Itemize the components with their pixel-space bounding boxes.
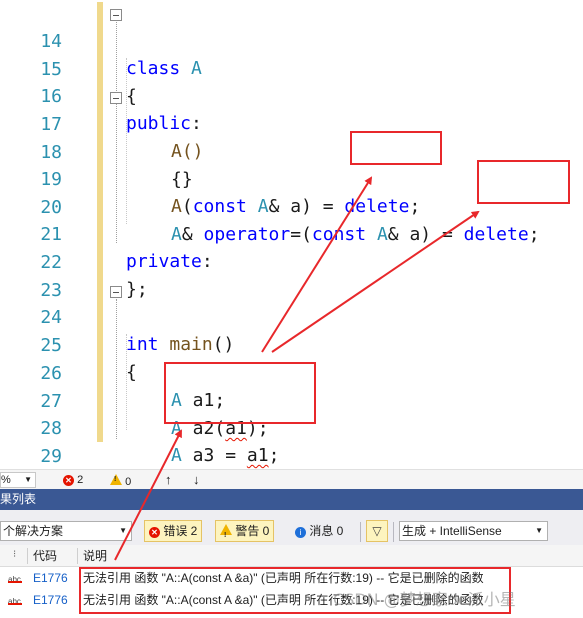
code-line-23: 23 [0, 250, 583, 301]
chevron-down-icon: ▼ [535, 526, 543, 535]
zoom-dropdown[interactable]: % ▼ [0, 472, 36, 488]
chevron-down-icon: ▼ [119, 526, 127, 535]
code-line-15: 15 { [0, 29, 583, 107]
scope-value: 个解决方案 [3, 524, 64, 538]
scope-dropdown[interactable]: 个解决方案 ▼ [0, 521, 132, 541]
warning-icon: ! [110, 474, 122, 485]
code-line-26: 26 A a1; [0, 333, 583, 411]
error-code[interactable]: E1776 [33, 589, 68, 611]
annotation-box-delete-assign [477, 160, 570, 204]
intellisense-error-icon: abc [8, 569, 22, 591]
error-icon: ✕ [63, 475, 74, 486]
errors-filter-label: 错误 2 [163, 524, 198, 538]
code-line-22: 22 }; [0, 222, 583, 300]
error-squiggle[interactable]: a1 [247, 445, 269, 466]
error-grid-header: ⁝ 代码 说明 [0, 545, 583, 567]
zoom-level: % [1, 474, 11, 486]
line-number: 29 [40, 446, 62, 467]
warning-status[interactable]: ! 0 [110, 474, 131, 488]
navigate-down-icon[interactable]: ↓ [193, 472, 200, 487]
navigate-up-icon[interactable]: ↑ [165, 472, 172, 487]
column-separator[interactable] [77, 548, 78, 564]
column-separator[interactable] [27, 548, 28, 564]
annotation-box-copy-usage [164, 362, 316, 424]
messages-filter-label: 消息 0 [309, 524, 344, 538]
column-header-description[interactable]: 说明 [83, 545, 107, 567]
toolbar-separator [393, 522, 394, 542]
error-status[interactable]: ✕ 2 [63, 474, 83, 486]
warning-count: 0 [125, 476, 132, 488]
watermark: CSDN @梦想家de派小星 [333, 590, 516, 609]
annotation-box-delete-copy-ctor [350, 131, 442, 165]
code-editor[interactable]: 14 class A 15 { 16 public: 17 A() 18 {} … [0, 0, 583, 472]
code-line-16: 16 public: [0, 56, 583, 134]
filter-icon: ▽ [372, 524, 382, 538]
build-intellisense-dropdown[interactable]: 生成 + IntelliSense ▼ [399, 521, 548, 541]
filter-toggle-button[interactable]: ▽ [366, 520, 388, 542]
build-intellisense-value: 生成 + IntelliSense [402, 524, 502, 538]
messages-filter-button[interactable]: i 消息 0 [290, 520, 348, 542]
code-line-17: 17 A() [0, 84, 583, 162]
error-list-toolbar: 个解决方案 ▼ ✕ 错误 2 ! 警告 0 i 消息 0 ▽ 生成 + Inte… [0, 510, 583, 545]
toolbar-separator [360, 522, 361, 542]
intellisense-error-icon: abc [8, 591, 22, 613]
type-name: A [171, 445, 182, 466]
warnings-filter-button[interactable]: ! 警告 0 [215, 520, 275, 542]
code-text: a3 = [181, 445, 247, 466]
code-line-24: 24 int main() [0, 277, 583, 355]
code-text: ; [268, 445, 280, 466]
chevron-down-icon: ▼ [24, 475, 32, 484]
code-line-25: 25 { [0, 305, 583, 383]
code-line-14: 14 class A [0, 1, 583, 79]
code-line-18: 18 {} [0, 112, 583, 190]
error-count: 2 [77, 474, 84, 486]
warnings-filter-label: 警告 0 [235, 524, 270, 538]
error-code[interactable]: E1776 [33, 567, 68, 589]
errors-filter-button[interactable]: ✕ 错误 2 [144, 520, 203, 542]
error-icon: ✕ [149, 527, 160, 538]
column-header-code[interactable]: 代码 [33, 545, 57, 567]
panel-title: 果列表 [0, 492, 37, 506]
editor-status-strip: % ▼ ✕ 2 ! 0 ↑ ↓ [0, 469, 583, 489]
error-list-title-bar: 果列表 [0, 489, 583, 510]
info-icon: i [295, 527, 306, 538]
warning-icon: ! [220, 524, 232, 539]
sort-icon[interactable]: ⁝ [13, 544, 16, 566]
